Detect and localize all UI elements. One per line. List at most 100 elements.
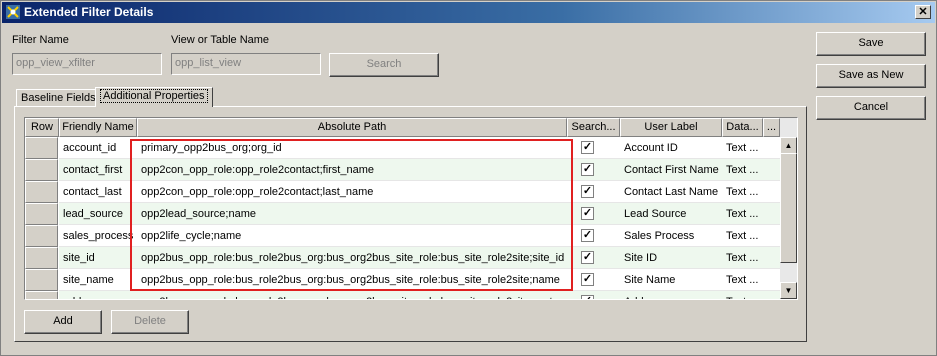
table-row[interactable]: account_id primary_opp2bus_org;org_id ✓ … <box>25 137 797 159</box>
check-icon[interactable]: ✓ <box>581 295 594 299</box>
cell-searchable[interactable]: ✓ <box>567 203 620 225</box>
save-as-new-label: Save as New <box>838 69 904 81</box>
col-header-data-type[interactable]: Data... <box>722 118 763 137</box>
cell-user-label[interactable]: Sales Process <box>620 225 722 247</box>
search-button[interactable]: Search <box>329 53 439 77</box>
cell-searchable[interactable]: ✓ <box>567 269 620 291</box>
cell-user-label[interactable]: Lead Source <box>620 203 722 225</box>
table-row[interactable]: contact_first opp2con_opp_role:opp_role2… <box>25 159 797 181</box>
table-row[interactable]: site_name opp2bus_opp_role:bus_role2bus_… <box>25 269 797 291</box>
cell-absolute-path[interactable]: opp2bus_opp_role:bus_role2bus_org:bus_or… <box>137 291 567 299</box>
add-button[interactable]: Add <box>24 310 102 334</box>
app-icon <box>6 5 20 19</box>
dialog-window: Extended Filter Details ✕ Filter Name op… <box>0 0 937 356</box>
filter-name-field[interactable]: opp_view_xfilter <box>12 53 162 75</box>
col-header-more[interactable]: ... <box>763 118 780 137</box>
view-name-field[interactable]: opp_list_view <box>171 53 321 75</box>
delete-button[interactable]: Delete <box>111 310 189 334</box>
cancel-button-label: Cancel <box>853 101 889 113</box>
tab-additional-properties[interactable]: Additional Properties <box>95 87 213 107</box>
table-row[interactable]: sales_process opp2life_cycle;name ✓ Sale… <box>25 225 797 247</box>
grid-scrollbar[interactable]: ▲ ▼ <box>780 118 797 299</box>
table-row[interactable]: lead_source opp2lead_source;name ✓ Lead … <box>25 203 797 225</box>
save-button[interactable]: Save <box>816 32 926 56</box>
cell-user-label[interactable]: Address <box>620 291 722 299</box>
title-bar[interactable]: Extended Filter Details ✕ <box>2 2 935 23</box>
cell-searchable[interactable]: ✓ <box>567 137 620 159</box>
cell-friendly-name[interactable]: site_name <box>59 269 137 291</box>
cell-searchable[interactable]: ✓ <box>567 247 620 269</box>
cell-friendly-name[interactable]: lead_source <box>59 203 137 225</box>
cell-absolute-path[interactable]: opp2con_opp_role:opp_role2contact;last_n… <box>137 181 567 203</box>
cell-friendly-name[interactable]: contact_last <box>59 181 137 203</box>
cell-data-type[interactable]: Text ... <box>722 225 780 247</box>
check-icon[interactable]: ✓ <box>581 207 594 220</box>
row-header[interactable] <box>25 291 58 299</box>
row-header[interactable] <box>25 137 58 159</box>
row-header[interactable] <box>25 181 58 203</box>
cancel-button[interactable]: Cancel <box>816 96 926 120</box>
row-header[interactable] <box>25 203 58 225</box>
table-row[interactable]: site_id opp2bus_opp_role:bus_role2bus_or… <box>25 247 797 269</box>
cell-data-type[interactable]: Text ... <box>722 269 780 291</box>
cell-friendly-name[interactable]: contact_first <box>59 159 137 181</box>
col-header-user-label[interactable]: User Label <box>620 118 722 137</box>
col-header-row[interactable]: Row <box>25 118 59 137</box>
scrollbar-thumb[interactable] <box>780 153 797 263</box>
cell-friendly-name[interactable]: site_id <box>59 247 137 269</box>
cell-user-label[interactable]: Account ID <box>620 137 722 159</box>
check-icon[interactable]: ✓ <box>581 163 594 176</box>
tab-baseline-label: Baseline Fields <box>21 92 96 104</box>
cell-absolute-path[interactable]: opp2bus_opp_role:bus_role2bus_org:bus_or… <box>137 247 567 269</box>
search-button-label: Search <box>366 58 402 70</box>
table-row[interactable]: address opp2bus_opp_role:bus_role2bus_or… <box>25 291 797 299</box>
col-header-absolute-path[interactable]: Absolute Path <box>137 118 567 137</box>
tab-additional-label: Additional Properties <box>100 89 208 103</box>
filter-name-label: Filter Name <box>12 34 69 46</box>
cell-searchable[interactable]: ✓ <box>567 225 620 247</box>
cell-searchable[interactable]: ✓ <box>567 181 620 203</box>
row-header[interactable] <box>25 247 58 269</box>
cell-data-type[interactable]: Text ... <box>722 181 780 203</box>
row-header[interactable] <box>25 159 58 181</box>
row-header[interactable] <box>25 225 58 247</box>
cell-searchable[interactable]: ✓ <box>567 291 620 299</box>
check-icon[interactable]: ✓ <box>581 251 594 264</box>
col-header-searchable[interactable]: Search... <box>567 118 620 137</box>
arrow-down-icon[interactable]: ▼ <box>780 282 797 299</box>
add-button-label: Add <box>53 315 73 327</box>
tab-baseline-fields[interactable]: Baseline Fields <box>16 89 101 107</box>
cell-searchable[interactable]: ✓ <box>567 159 620 181</box>
properties-grid: Row Friendly Name Absolute Path Search..… <box>24 117 798 300</box>
view-name-label: View or Table Name <box>171 34 270 46</box>
check-icon[interactable]: ✓ <box>581 273 594 286</box>
cell-absolute-path[interactable]: opp2bus_opp_role:bus_role2bus_org:bus_or… <box>137 269 567 291</box>
cell-data-type[interactable]: Text ... <box>722 203 780 225</box>
cell-absolute-path[interactable]: primary_opp2bus_org;org_id <box>137 137 567 159</box>
cell-absolute-path[interactable]: opp2con_opp_role:opp_role2contact;first_… <box>137 159 567 181</box>
cell-friendly-name[interactable]: account_id <box>59 137 137 159</box>
arrow-up-icon[interactable]: ▲ <box>780 137 797 154</box>
table-row[interactable]: contact_last opp2con_opp_role:opp_role2c… <box>25 181 797 203</box>
check-icon[interactable]: ✓ <box>581 185 594 198</box>
check-icon[interactable]: ✓ <box>581 229 594 242</box>
cell-user-label[interactable]: Contact First Name <box>620 159 722 181</box>
cell-friendly-name[interactable]: sales_process <box>59 225 137 247</box>
cell-data-type[interactable]: Text ... <box>722 159 780 181</box>
close-icon[interactable]: ✕ <box>915 5 931 19</box>
cell-user-label[interactable]: Site ID <box>620 247 722 269</box>
cell-friendly-name[interactable]: address <box>59 291 137 299</box>
save-button-label: Save <box>858 37 884 49</box>
cell-data-type[interactable]: Text ... <box>722 291 780 299</box>
col-header-friendly-name[interactable]: Friendly Name <box>59 118 137 137</box>
cell-user-label[interactable]: Site Name <box>620 269 722 291</box>
save-as-new-button[interactable]: Save as New <box>816 64 926 88</box>
check-icon[interactable]: ✓ <box>581 141 594 154</box>
cell-user-label[interactable]: Contact Last Name <box>620 181 722 203</box>
cell-absolute-path[interactable]: opp2lead_source;name <box>137 203 567 225</box>
cell-data-type[interactable]: Text ... <box>722 137 780 159</box>
delete-button-label: Delete <box>134 315 166 327</box>
row-header[interactable] <box>25 269 58 291</box>
cell-absolute-path[interactable]: opp2life_cycle;name <box>137 225 567 247</box>
cell-data-type[interactable]: Text ... <box>722 247 780 269</box>
